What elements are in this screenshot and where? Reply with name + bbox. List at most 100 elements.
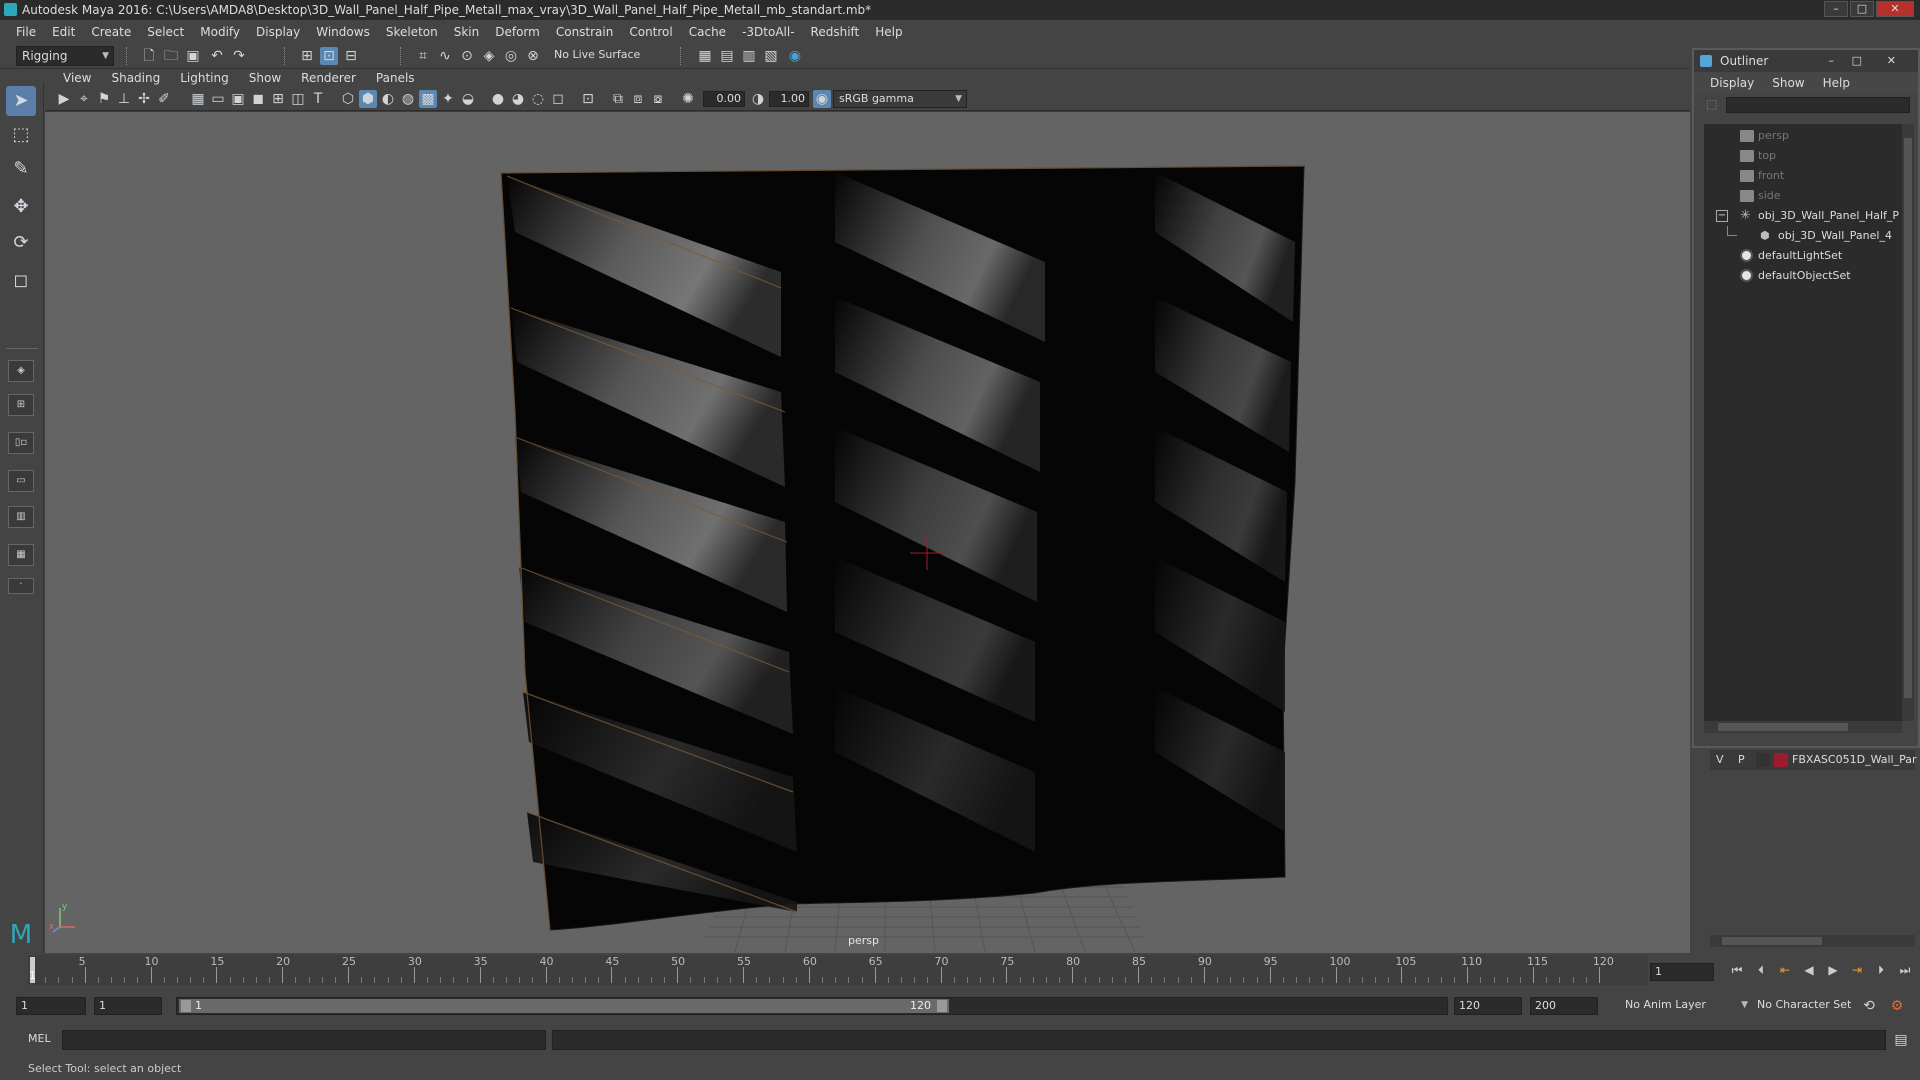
scroll-thumb[interactable] bbox=[1718, 723, 1848, 731]
step-forward-key-icon[interactable]: ⇥ bbox=[1848, 963, 1866, 979]
lights-icon[interactable]: ✦ bbox=[439, 90, 457, 108]
select-object-icon[interactable]: ⊡ bbox=[320, 47, 338, 65]
vp-menu-renderer[interactable]: Renderer bbox=[291, 69, 366, 87]
safe-title-icon[interactable]: T bbox=[309, 90, 327, 108]
anim-layer-dropdown[interactable]: No Anim Layer ▼ bbox=[1620, 997, 1748, 1015]
grid-toggle-icon[interactable]: ▦ bbox=[189, 90, 207, 108]
open-scene-icon[interactable]: 🗀 bbox=[162, 47, 180, 65]
minimize-button[interactable]: – bbox=[1824, 1, 1848, 17]
scale-tool-icon[interactable]: ◻ bbox=[6, 266, 36, 296]
outliner-search-input[interactable] bbox=[1726, 97, 1910, 113]
outliner-item-default-light-set[interactable]: defaultLightSet bbox=[1704, 246, 1902, 266]
outliner-item-default-object-set[interactable]: defaultObjectSet bbox=[1704, 266, 1902, 286]
command-input[interactable] bbox=[62, 1030, 546, 1050]
scroll-thumb[interactable] bbox=[1722, 937, 1822, 945]
snap-surface-icon[interactable]: ◎ bbox=[502, 47, 520, 65]
select-tool-icon[interactable]: ➤ bbox=[6, 86, 36, 116]
single-perspective-layout-icon[interactable]: ◈ bbox=[8, 360, 34, 382]
live-surface-label[interactable]: No Live Surface bbox=[554, 48, 640, 61]
exposure-field[interactable]: 0.00 bbox=[703, 91, 745, 107]
bookmark-icon[interactable]: ⚑ bbox=[95, 90, 113, 108]
close-button[interactable]: ✕ bbox=[1876, 1, 1914, 17]
paint-select-tool-icon[interactable]: ✎ bbox=[6, 154, 36, 184]
range-slider-bar[interactable]: 1 120 bbox=[179, 999, 949, 1013]
more-layouts-icon[interactable]: · bbox=[8, 578, 34, 594]
wireframe-on-shaded-icon[interactable]: ◍ bbox=[399, 90, 417, 108]
snap-curve-icon[interactable]: ∿ bbox=[436, 47, 454, 65]
outliner-item-wall-panel-mesh[interactable]: ⬢ obj_3D_Wall_Panel_4 bbox=[1704, 226, 1902, 246]
menu-file[interactable]: File bbox=[8, 25, 44, 39]
vp-menu-panels[interactable]: Panels bbox=[366, 69, 425, 87]
step-back-key-icon[interactable]: ⇤ bbox=[1776, 963, 1794, 979]
depth-of-field-icon[interactable]: ◻ bbox=[549, 90, 567, 108]
display-layer-row[interactable]: V P FBXASC051D_Wall_Par bbox=[1710, 750, 1917, 770]
outliner-item-side[interactable]: side bbox=[1704, 186, 1902, 206]
lasso-tool-icon[interactable]: ⬚ bbox=[6, 120, 36, 150]
move-tool-icon[interactable]: ✥ bbox=[6, 192, 36, 222]
filter-icon[interactable]: ⬚ bbox=[1706, 97, 1717, 111]
hypershade-layout-icon[interactable]: ▥ bbox=[8, 506, 34, 528]
film-gate-icon[interactable]: ▭ bbox=[209, 90, 227, 108]
command-language-toggle[interactable]: MEL bbox=[28, 1032, 51, 1045]
menu-constrain[interactable]: Constrain bbox=[548, 25, 622, 39]
outliner-menu-help[interactable]: Help bbox=[1823, 72, 1850, 94]
rotate-tool-icon[interactable]: ⟳ bbox=[6, 228, 36, 258]
image-plane-icon[interactable]: ⊥ bbox=[115, 90, 133, 108]
field-chart-icon[interactable]: ⊞ bbox=[269, 90, 287, 108]
persp-uv-layout-icon[interactable]: ▦ bbox=[8, 544, 34, 566]
camera-select-icon[interactable]: ▶ bbox=[55, 90, 73, 108]
xray-components-icon[interactable]: ⧇ bbox=[649, 90, 667, 108]
auto-key-icon[interactable]: ⟲ bbox=[1860, 997, 1878, 1015]
time-slider-track[interactable]: 5 10 15 20 25 30 35 40 45 50 55 60 65 70 75 80 85 90 95 100… bbox=[28, 955, 1648, 985]
render-settings-icon[interactable]: ▥ bbox=[740, 47, 758, 65]
hypershade-icon[interactable]: ▧ bbox=[762, 47, 780, 65]
vp-menu-lighting[interactable]: Lighting bbox=[170, 69, 239, 87]
go-to-end-icon[interactable]: ⏭ bbox=[1896, 963, 1914, 979]
vp-menu-view[interactable]: View bbox=[53, 69, 101, 87]
snap-grid-icon[interactable]: ⌗ bbox=[414, 47, 432, 65]
current-frame-field[interactable]: 1 bbox=[1650, 963, 1714, 981]
anti-aliasing-icon[interactable]: ◌ bbox=[529, 90, 547, 108]
outliner-horizontal-scrollbar[interactable] bbox=[1704, 721, 1902, 733]
ipr-render-icon[interactable]: ▤ bbox=[718, 47, 736, 65]
grease-pencil-icon[interactable]: ✐ bbox=[155, 90, 173, 108]
step-forward-frame-icon[interactable]: ⏵ bbox=[1872, 963, 1890, 979]
color-space-dropdown[interactable]: sRGB gamma ▼ bbox=[833, 90, 967, 108]
outliner-item-front[interactable]: front bbox=[1704, 166, 1902, 186]
new-scene-icon[interactable]: 🗋 bbox=[140, 47, 158, 65]
outliner-menu-display[interactable]: Display bbox=[1710, 72, 1754, 94]
textured-icon[interactable]: ▩ bbox=[419, 90, 437, 108]
motion-blur-icon[interactable]: ◕ bbox=[509, 90, 527, 108]
layer-name[interactable]: FBXASC051D_Wall_Par bbox=[1792, 750, 1917, 770]
go-to-start-icon[interactable]: ⏮ bbox=[1728, 963, 1746, 979]
redo-icon[interactable]: ↷ bbox=[230, 47, 248, 65]
gate-mask-icon[interactable]: ◼ bbox=[249, 90, 267, 108]
maximize-button[interactable]: □ bbox=[1850, 1, 1874, 17]
wireframe-icon[interactable]: ⬡ bbox=[339, 90, 357, 108]
vp-menu-shading[interactable]: Shading bbox=[101, 69, 170, 87]
save-scene-icon[interactable]: ▣ bbox=[184, 47, 202, 65]
outliner-maximize-button[interactable]: □ bbox=[1852, 50, 1862, 72]
safe-action-icon[interactable]: ◫ bbox=[289, 90, 307, 108]
character-set-dropdown[interactable]: No Character Set bbox=[1752, 997, 1870, 1015]
render-frame-icon[interactable]: ▦ bbox=[696, 47, 714, 65]
step-back-frame-icon[interactable]: ⏴ bbox=[1752, 963, 1770, 979]
outliner-close-button[interactable]: ✕ bbox=[1887, 50, 1896, 72]
menu-set-dropdown[interactable]: Rigging ▼ bbox=[16, 46, 114, 66]
animation-prefs-icon[interactable]: ⚙ bbox=[1888, 997, 1906, 1015]
outliner-item-wall-panel-group[interactable]: − ✳ obj_3D_Wall_Panel_Half_P bbox=[1704, 206, 1902, 226]
menu-skeleton[interactable]: Skeleton bbox=[378, 25, 446, 39]
menu-cache[interactable]: Cache bbox=[681, 25, 734, 39]
ambient-occlusion-icon[interactable]: ● bbox=[489, 90, 507, 108]
range-end-handle[interactable] bbox=[937, 1000, 947, 1012]
layer-color-swatch[interactable] bbox=[1774, 753, 1788, 767]
gamma-field[interactable]: 1.00 bbox=[769, 91, 809, 107]
smooth-shade-icon[interactable]: ⬢ bbox=[359, 90, 377, 108]
outliner-minimize-button[interactable]: – bbox=[1829, 50, 1835, 72]
script-editor-icon[interactable]: ▤ bbox=[1892, 1031, 1910, 1049]
menu-control[interactable]: Control bbox=[621, 25, 680, 39]
animation-start-field[interactable]: 1 bbox=[16, 997, 86, 1015]
range-start-handle[interactable] bbox=[181, 1000, 191, 1012]
3d-viewport[interactable]: x y persp bbox=[45, 112, 1690, 953]
playback-end-field[interactable]: 120 bbox=[1454, 997, 1522, 1015]
